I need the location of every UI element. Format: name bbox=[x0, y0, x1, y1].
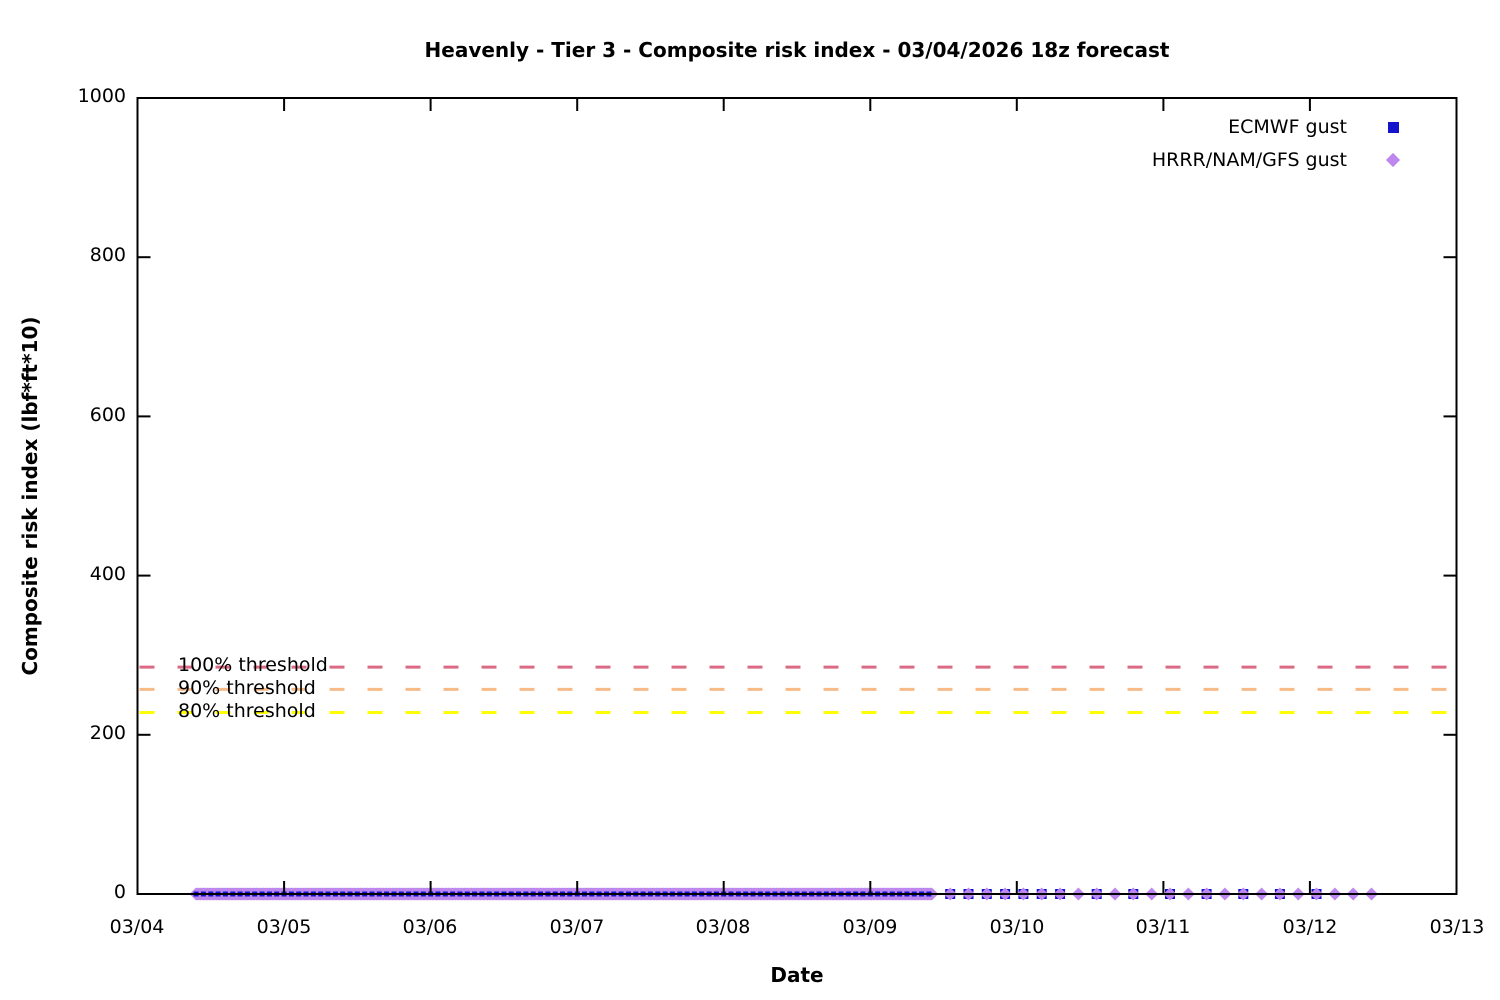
threshold-label-100: 100% threshold bbox=[178, 654, 328, 676]
threshold-label-90: 90% threshold bbox=[178, 677, 316, 699]
chart-figure: Heavenly - Tier 3 - Composite risk index… bbox=[0, 0, 1500, 1000]
y-axis-label: Composite risk index (lbf*ft*10) bbox=[18, 316, 42, 675]
y-tick-label: 800 bbox=[36, 244, 126, 266]
x-tick-label: 03/06 bbox=[375, 916, 485, 938]
x-axis-label: Date bbox=[94, 963, 1500, 987]
y-tick-label: 200 bbox=[36, 722, 126, 744]
threshold-label-80: 80% threshold bbox=[178, 700, 316, 722]
y-tick-label: 0 bbox=[36, 881, 126, 903]
x-tick-label: 03/11 bbox=[1108, 916, 1218, 938]
x-tick-label: 03/04 bbox=[82, 916, 192, 938]
chart-title: Heavenly - Tier 3 - Composite risk index… bbox=[94, 38, 1500, 62]
x-tick-label: 03/10 bbox=[962, 916, 1072, 938]
y-tick-label: 1000 bbox=[36, 85, 126, 107]
x-tick-label: 03/08 bbox=[668, 916, 778, 938]
y-tick-label: 600 bbox=[36, 404, 126, 426]
y-axis-label-anchor: Composite risk index (lbf*ft*10) bbox=[30, 496, 389, 520]
legend-label-hrrr-nam-gfs: HRRR/NAM/GFS gust bbox=[1152, 149, 1347, 171]
legend-label-ecmwf: ECMWF gust bbox=[1228, 116, 1347, 138]
legend-marker-square-icon bbox=[1388, 122, 1399, 133]
x-tick-label: 03/05 bbox=[229, 916, 339, 938]
x-tick-label: 03/12 bbox=[1255, 916, 1365, 938]
x-tick-label: 03/09 bbox=[815, 916, 925, 938]
x-tick-label: 03/13 bbox=[1402, 916, 1500, 938]
y-tick-label: 400 bbox=[36, 563, 126, 585]
x-tick-label: 03/07 bbox=[522, 916, 632, 938]
